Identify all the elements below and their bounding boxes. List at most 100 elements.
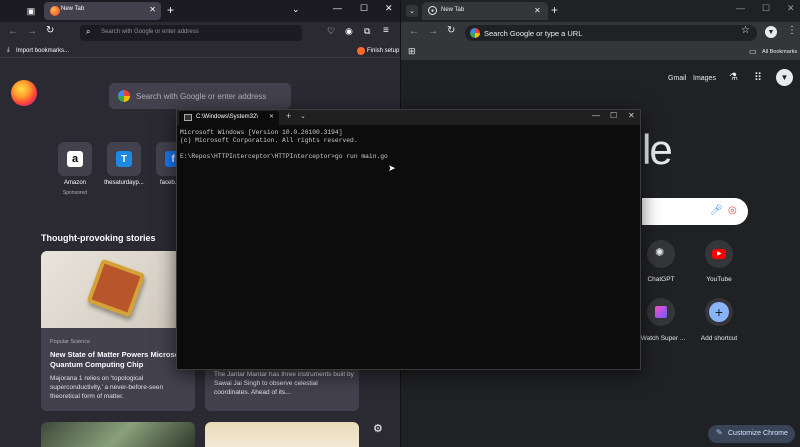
pocket-icon[interactable]: ♡ — [327, 26, 335, 37]
firefox-favicon-icon — [50, 6, 60, 16]
story-image — [205, 422, 359, 447]
close-tab-icon[interactable]: ✕ — [534, 6, 541, 15]
google-logo: le — [642, 126, 673, 173]
terminal-window: C:\Windows\System32\ ✕ + ⌄ — ☐ ✕ Microso… — [176, 109, 641, 370]
story-image — [41, 422, 195, 447]
add-shortcut-button[interactable]: + — [705, 298, 733, 326]
apps-grid-icon[interactable]: ⊞ — [408, 46, 416, 57]
story-image-chip — [41, 251, 195, 328]
labs-flask-icon[interactable]: ⚗ — [729, 72, 738, 83]
reload-icon[interactable]: ↻ — [46, 25, 54, 36]
chrome-tab-title: New Tab — [441, 7, 465, 13]
cmd-icon — [184, 114, 192, 121]
reload-icon[interactable]: ↻ — [447, 25, 455, 36]
google-g-icon — [118, 90, 130, 102]
shortcut-label-add: Add shortcut — [700, 335, 738, 342]
firefox-navbar: ← → ↻ ⌕ Search with Google or enter addr… — [0, 22, 400, 44]
list-all-tabs-icon[interactable]: ⌄ — [292, 4, 300, 15]
gmail-link[interactable]: Gmail — [668, 75, 686, 82]
lens-icon[interactable]: ◎ — [728, 205, 737, 216]
pencil-icon: ✎ — [716, 428, 723, 437]
customize-chrome-button[interactable]: ✎ Customize Chrome — [708, 425, 795, 443]
import-bookmarks-link[interactable]: Import bookmarks... — [16, 48, 69, 54]
chrome-search-box[interactable]: 🎤︎ ◎ — [642, 198, 748, 225]
settings-gear-icon[interactable]: ⚙ — [373, 422, 383, 435]
images-link[interactable]: Images — [693, 75, 716, 82]
shortcut-label-thesaturdaypaper: thesaturdayp... — [104, 180, 144, 186]
chrome-favicon-icon: ● — [428, 6, 437, 15]
tab-list-icon[interactable]: ▣ — [25, 5, 37, 17]
close-tab-icon[interactable]: ✕ — [269, 113, 274, 120]
forward-icon[interactable]: → — [428, 26, 438, 37]
shortcut-label-chatgpt: ChatGPT — [647, 276, 675, 283]
tab-search-icon[interactable]: ⌄ — [406, 5, 418, 17]
import-bookmarks-icon[interactable]: ⤓ — [7, 47, 10, 54]
new-tab-button[interactable]: + — [286, 111, 291, 121]
firefox-tab-title: New Tab — [61, 6, 85, 12]
omnibox-placeholder: Search Google or type a URL — [484, 29, 583, 38]
shortcut-youtube[interactable]: ▶ — [705, 240, 733, 268]
folder-icon: ▭ — [749, 47, 757, 56]
minimize-icon[interactable]: — — [736, 3, 745, 13]
terminal-line: E:\Repos\HTTPInterceptor\HTTPInterceptor… — [180, 153, 388, 160]
firefox-tab-newtab[interactable]: New Tab ✕ — [44, 2, 161, 20]
shortcut-watch-super[interactable] — [647, 298, 675, 326]
back-icon[interactable]: ← — [409, 26, 419, 37]
maximize-icon[interactable]: ☐ — [360, 3, 368, 14]
google-apps-icon[interactable]: ⠿ — [754, 71, 762, 84]
tab-dropdown-icon[interactable]: ⌄ — [300, 112, 306, 120]
profile-avatar-icon[interactable]: ▼ — [765, 26, 777, 38]
terminal-line: Microsoft Windows [Version 10.0.26100.31… — [180, 129, 343, 136]
close-window-icon[interactable]: ✕ — [787, 3, 795, 14]
terminal-tab[interactable]: C:\Windows\System32\ ✕ — [179, 111, 279, 125]
account-avatar-icon[interactable]: ▼ — [776, 69, 793, 86]
youtube-play-icon: ▶ — [717, 251, 722, 257]
story-excerpt: The Jantar Mantar has three instruments … — [214, 371, 354, 396]
chrome-tab-newtab[interactable]: ● New Tab ✕ — [422, 2, 548, 20]
voice-search-icon[interactable]: 🎤︎ — [710, 205, 723, 216]
shortcut-chatgpt[interactable]: ✺ — [647, 240, 675, 268]
terminal-tab-title: C:\Windows\System32\ — [196, 114, 259, 120]
firefox-logo-icon — [11, 80, 37, 106]
chatgpt-icon: ✺ — [655, 247, 665, 259]
chrome-toolbar: ← → ↻ Search Google or type a URL ☆ ▼ ⋮ — [401, 22, 800, 44]
story-title: New State of Matter Powers Microsoft Qua… — [50, 350, 185, 369]
minimize-icon[interactable]: — — [333, 3, 342, 13]
maximize-icon[interactable]: ☐ — [762, 3, 770, 14]
mouse-cursor-icon: ➤ — [388, 163, 396, 173]
back-icon[interactable]: ← — [8, 26, 18, 37]
firefox-url-bar[interactable]: ⌕ Search with Google or enter address — [80, 25, 302, 41]
terminal-output[interactable]: Microsoft Windows [Version 10.0.26100.31… — [180, 129, 635, 365]
quantum-chip-icon — [86, 258, 146, 318]
firefox-search-placeholder: Search with Google or enter address — [136, 92, 267, 101]
amazon-icon: a — [67, 151, 83, 167]
firefox-search-box[interactable]: Search with Google or enter address — [109, 83, 291, 109]
minimize-icon[interactable]: — — [592, 111, 600, 120]
new-tab-button[interactable]: + — [551, 3, 558, 17]
chrome-menu-icon[interactable]: ⋮ — [787, 25, 797, 36]
finish-setup-icon — [357, 47, 365, 55]
story-card[interactable]: Popular Science New State of Matter Powe… — [41, 251, 195, 411]
maximize-icon[interactable]: ☐ — [610, 111, 617, 120]
forward-icon[interactable]: → — [27, 26, 37, 37]
close-tab-icon[interactable]: ✕ — [149, 5, 156, 14]
firefox-bookmarks-bar: ⤓ Import bookmarks... Finish setup — [0, 44, 400, 58]
bookmark-star-icon[interactable]: ☆ — [741, 25, 750, 36]
close-window-icon[interactable]: ✕ — [385, 3, 393, 14]
shortcut-label-amazon: Amazon — [63, 180, 86, 186]
shortcut-tile-amazon[interactable]: a — [58, 142, 92, 176]
story-excerpt: Majorana 1 relies on ‘topological superc… — [50, 375, 164, 400]
chrome-bookmarks-bar: ⊞ ▭ All Bookmarks — [401, 44, 800, 60]
new-tab-button[interactable]: + — [167, 3, 174, 17]
shortcut-label-watch-super: Watch Super ... — [640, 335, 686, 342]
account-icon[interactable]: ◉ — [345, 26, 353, 37]
google-g-icon — [470, 28, 480, 38]
url-placeholder: Search with Google or enter address — [101, 29, 199, 35]
close-window-icon[interactable]: ✕ — [628, 111, 635, 120]
all-bookmarks-link[interactable]: All Bookmarks — [762, 49, 797, 55]
finish-setup-link[interactable]: Finish setup — [367, 48, 399, 54]
extensions-icon[interactable]: ⧉ — [364, 26, 370, 37]
chrome-omnibox[interactable]: Search Google or type a URL — [465, 25, 757, 41]
shortcut-tile-thesaturdaypaper[interactable]: T — [107, 142, 141, 176]
menu-icon[interactable]: ≡ — [383, 25, 389, 36]
